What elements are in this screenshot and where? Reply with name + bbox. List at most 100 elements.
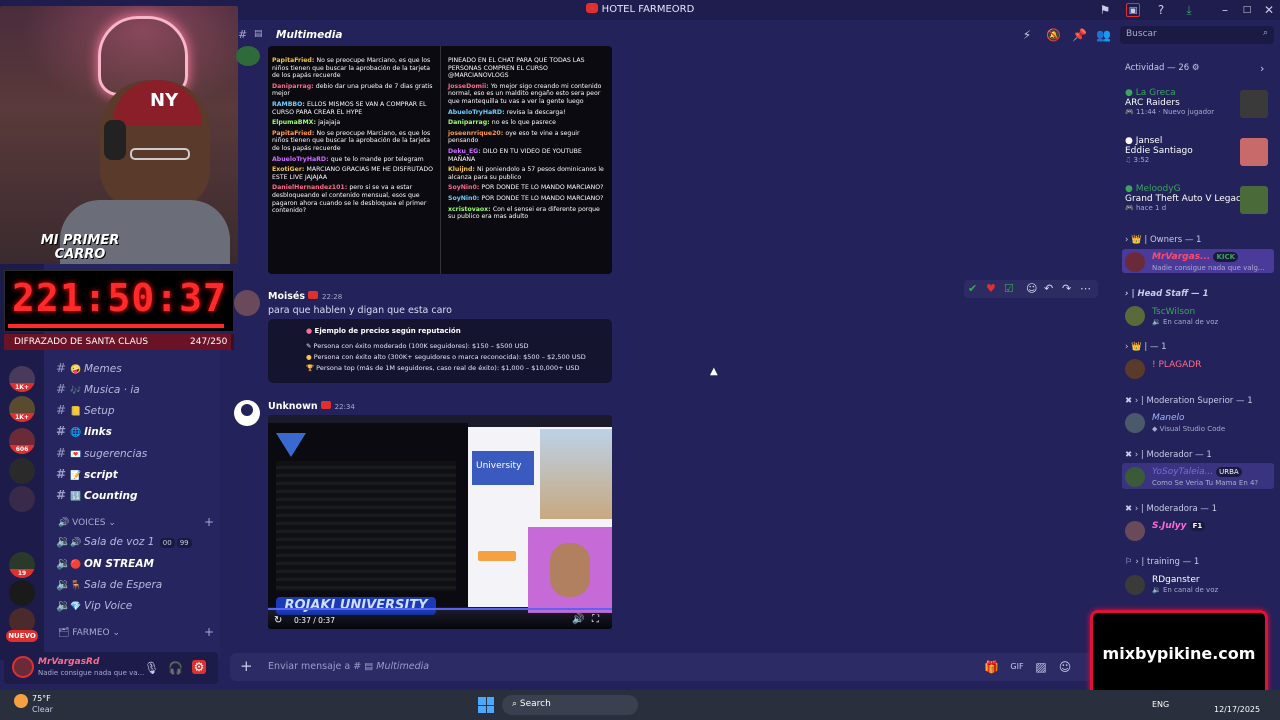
weather-icon[interactable] (14, 694, 28, 708)
microphone-icon[interactable]: 🎙 (144, 661, 159, 675)
search-placeholder: Buscar (1126, 29, 1157, 39)
activity-user: MeloodyG (1135, 184, 1181, 194)
add-channel-icon[interactable]: + (204, 625, 214, 639)
help-icon[interactable]: ? (1154, 3, 1168, 17)
avatar[interactable] (1125, 413, 1145, 433)
avatar[interactable] (1125, 359, 1145, 379)
channel-setup[interactable]: # 📒 Setup (56, 403, 216, 421)
price-row-text: Persona con éxito alto (300K+ seguidores… (313, 353, 586, 361)
reply-icon[interactable]: ↶ (1044, 282, 1053, 295)
chat-log-line: xcristovaox: Con el sensei era diferente… (448, 206, 608, 221)
headphones-icon[interactable]: 🎧 (168, 661, 183, 675)
voice-channel-sala1[interactable]: 🔉🔊 Sala de voz 1 00 99 (56, 534, 216, 552)
activity-item[interactable]: ● Jansel Eddie Santiago ♫ 3:52 (1125, 136, 1193, 164)
member-group-header: ✖ › | Moderation Superior — 1 (1125, 396, 1253, 406)
settings-gear-icon[interactable]: ⚙ (192, 660, 206, 674)
heart-reaction-icon[interactable]: ♥ (986, 282, 996, 295)
activity-item[interactable]: ● MeloodyG Grand Theft Auto V Legacy 🎮 h… (1125, 184, 1246, 212)
threads-icon[interactable]: ⚡ (1020, 28, 1034, 42)
taskbar-search[interactable]: ⌕ Search (502, 695, 638, 715)
chat-log-text: POR DONDE TE LO MANDO MARCIANO? (481, 184, 604, 192)
member-name[interactable]: RDganster (1152, 575, 1200, 585)
avatar[interactable] (1125, 467, 1145, 487)
avatar[interactable] (1125, 306, 1145, 326)
avatar[interactable] (12, 656, 34, 678)
volume-icon[interactable]: 🔊 (572, 614, 584, 625)
server-icon[interactable]: 606 (9, 428, 35, 454)
chat-log-left: PapitaFried: No se preocupe Marciano, es… (268, 54, 438, 274)
avatar[interactable] (234, 400, 260, 426)
video-progress-bar[interactable] (268, 608, 612, 610)
avatar[interactable] (236, 46, 260, 66)
chat-screenshot-image[interactable]: PapitaFried: No se preocupe Marciano, es… (268, 46, 612, 274)
server-icon[interactable] (9, 580, 35, 606)
voice-icon: 🔉 (1152, 318, 1163, 326)
member-name[interactable]: Manelo (1152, 413, 1185, 423)
channel-counting[interactable]: # 🔢 Counting (56, 488, 216, 506)
category-voices[interactable]: 🔊 VOICES ⌄ (58, 518, 116, 528)
check-reaction-icon[interactable]: ✔ (968, 282, 977, 295)
avatar[interactable] (1125, 575, 1145, 595)
more-icon[interactable]: ⋯ (1080, 282, 1091, 295)
maximize-icon[interactable]: □ (1240, 3, 1254, 17)
status-dot-icon: ● (1125, 88, 1136, 98)
member-row[interactable]: MrVargas... KICK (1152, 252, 1239, 262)
gif-icon[interactable]: GIF (1010, 660, 1024, 674)
window-title-text: HOTEL FARMEORD (601, 4, 695, 15)
taskbar-date[interactable]: 12/17/2025 (1214, 705, 1260, 714)
channel-links[interactable]: # 🌐 links (56, 424, 216, 442)
voice-channel-espera[interactable]: 🔉🪑 Sala de Espera (56, 577, 216, 595)
emoji-icon[interactable]: ☺ (1058, 660, 1072, 674)
members-icon[interactable]: 👥 (1096, 28, 1111, 42)
avatar[interactable] (234, 290, 260, 316)
server-icon[interactable]: 1K+ (9, 396, 35, 422)
chat-log-user: Daniparrag: (272, 82, 316, 90)
close-icon[interactable]: ✕ (1262, 3, 1276, 17)
voice-channel-onstream[interactable]: 🔉🔴 ON STREAM (56, 556, 216, 574)
avatar[interactable] (1125, 521, 1145, 541)
chat-log-line: PINEADO EN EL CHAT PARA QUE TODAS LAS PE… (448, 57, 608, 80)
inbox-icon[interactable]: ▣ (1126, 3, 1140, 17)
server-icon[interactable]: 19 (9, 552, 35, 578)
category-farmeo[interactable]: 🗂 FARMEO ⌄ (58, 628, 120, 638)
add-channel-icon[interactable]: + (204, 515, 214, 529)
video-player[interactable]: University ROJAKI UNIVERSITY ↻ 0:37 / 0:… (268, 415, 612, 629)
forward-icon[interactable]: ↷ (1062, 282, 1071, 295)
message-author[interactable]: Unknown (268, 401, 318, 412)
pin-icon[interactable]: 📌 (1072, 28, 1087, 42)
gift-icon[interactable]: 🎁 (984, 660, 999, 674)
flag-icon[interactable]: ⚑ (1098, 3, 1112, 17)
channel-musica[interactable]: # 🎶 Musica · ia (56, 382, 216, 400)
channel-script[interactable]: # 📝 script (56, 467, 216, 485)
chevron-right-icon[interactable]: › (1260, 62, 1264, 75)
language-indicator[interactable]: ENG (1152, 700, 1169, 709)
member-tag: F1 (1189, 521, 1206, 531)
download-icon[interactable]: ⤓ (1182, 3, 1196, 17)
channel-sugerencias[interactable]: # 💌 sugerencias (56, 446, 216, 464)
fullscreen-icon[interactable]: ⛶ (592, 614, 599, 625)
mute-icon[interactable]: 🔕 (1046, 28, 1061, 42)
member-row[interactable]: S.Julyy F1 (1152, 521, 1206, 531)
sticker-icon[interactable]: ▨ (1034, 660, 1048, 674)
server-icon[interactable] (9, 486, 35, 512)
user-name[interactable]: MrVargasRd (38, 657, 99, 667)
search-input[interactable]: Buscar ⌕ (1120, 26, 1274, 44)
status-dot-icon: ● (1125, 136, 1136, 146)
replay-icon[interactable]: ↻ (274, 615, 282, 626)
minimize-icon[interactable]: – (1218, 3, 1232, 17)
member-name[interactable]: TscWilson (1152, 307, 1195, 317)
add-attachment-icon[interactable]: + (240, 657, 253, 675)
avatar[interactable] (1125, 252, 1145, 272)
member-row[interactable]: YoSoyTaleia... URBA (1152, 467, 1242, 477)
member-name[interactable]: ! PLAGADR (1152, 360, 1201, 370)
message-author[interactable]: Moisés (268, 291, 305, 302)
server-icon[interactable] (9, 458, 35, 484)
channel-memes[interactable]: # 🤪 Memes (56, 361, 216, 379)
voice-channel-vip[interactable]: 🔉💎 Vip Voice (56, 598, 216, 616)
start-icon[interactable] (478, 697, 494, 713)
add-reaction-icon[interactable]: ☺ (1026, 282, 1037, 295)
server-icon[interactable]: 1K+ (9, 366, 35, 392)
checkbox-reaction-icon[interactable]: ☑ (1004, 282, 1014, 295)
watermark-text: mixbypikine.com (1102, 644, 1256, 663)
activity-item[interactable]: ● La Greca ARC Raiders 🎮 11:44 · Nuevo j… (1125, 88, 1214, 116)
